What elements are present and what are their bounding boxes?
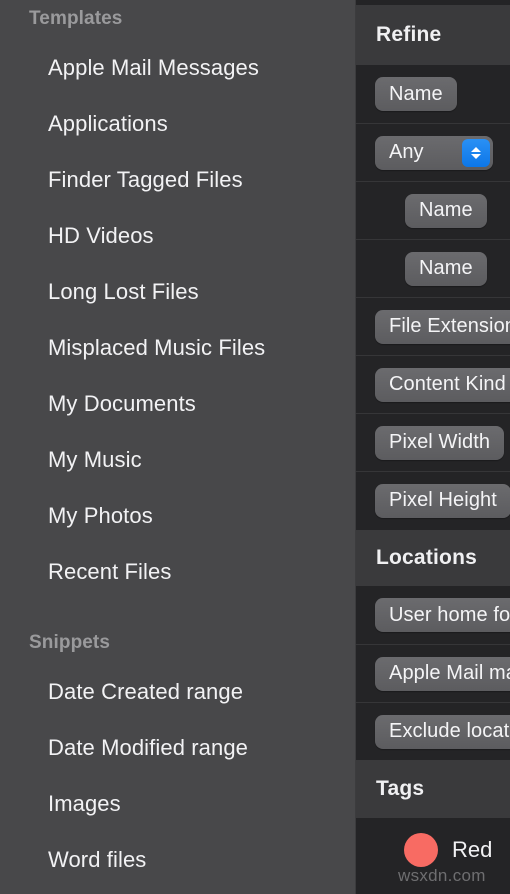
section-header-locations: Locations — [356, 530, 510, 586]
chevron-down-icon — [471, 153, 481, 159]
sidebar-item-finder-tagged-files[interactable]: Finder Tagged Files — [48, 167, 243, 193]
sidebar-item-apple-mail-messages[interactable]: Apple Mail Messages — [48, 55, 259, 81]
location-token-user-home[interactable]: User home folder — [375, 598, 510, 632]
sidebar-item-my-photos[interactable]: My Photos — [48, 503, 153, 529]
match-any-popup-wrap[interactable]: Any — [375, 135, 493, 170]
criterion-token-content-kind[interactable]: Content Kind — [375, 367, 510, 402]
criterion-row-name-2[interactable]: Name — [356, 181, 510, 239]
location-row-exclude[interactable]: Exclude locations — [356, 702, 510, 760]
sidebar-item-my-documents[interactable]: My Documents — [48, 391, 196, 417]
section-header-refine: Refine — [356, 5, 510, 65]
section-header-locations-label: Locations — [376, 546, 477, 569]
refine-panel-content: Refine Name Any Name Name File Extension… — [356, 0, 510, 894]
sidebar-group-header-templates: Templates — [29, 8, 123, 29]
sidebar-item-applications[interactable]: Applications — [48, 111, 168, 137]
templates-sidebar: Templates Apple Mail Messages Applicatio… — [0, 0, 356, 894]
location-token-apple-mail[interactable]: Apple Mail mailboxes — [375, 656, 510, 691]
sidebar-item-long-lost-files[interactable]: Long Lost Files — [48, 279, 199, 305]
sidebar-item-images[interactable]: Images — [48, 791, 121, 817]
sidebar-item-misplaced-music-files[interactable]: Misplaced Music Files — [48, 335, 265, 361]
criterion-row-match-any[interactable]: Any — [356, 123, 510, 181]
sidebar-item-date-modified-range[interactable]: Date Modified range — [48, 735, 248, 761]
criterion-token-name-3[interactable]: Name — [405, 251, 487, 286]
tag-row-red[interactable]: Red — [356, 822, 510, 878]
criterion-row-pixel-width[interactable]: Pixel Width — [356, 413, 510, 471]
location-row-apple-mail[interactable]: Apple Mail mailboxes — [356, 644, 510, 702]
location-token-exclude-locations[interactable]: Exclude locations — [375, 714, 510, 749]
chevron-up-icon — [471, 146, 481, 152]
criterion-row-content-kind[interactable]: Content Kind — [356, 355, 510, 413]
sidebar-item-hd-videos[interactable]: HD Videos — [48, 223, 154, 249]
sidebar-item-date-created-range[interactable]: Date Created range — [48, 679, 243, 705]
location-row-user-home[interactable]: User home folder — [356, 586, 510, 644]
sidebar-item-my-music[interactable]: My Music — [48, 447, 142, 473]
sidebar-item-recent-files[interactable]: Recent Files — [48, 559, 171, 585]
criterion-token-pixel-width[interactable]: Pixel Width — [375, 425, 505, 460]
tag-color-dot-red — [404, 833, 438, 867]
criterion-row-name-1[interactable]: Name — [356, 65, 510, 123]
app-window: Templates Apple Mail Messages Applicatio… — [0, 0, 510, 894]
criterion-row-pixel-height[interactable]: Pixel Height — [356, 471, 510, 529]
criterion-token-name-2[interactable]: Name — [405, 193, 487, 228]
sidebar-item-word-files[interactable]: Word files — [48, 847, 146, 873]
tag-label-red: Red — [452, 837, 493, 862]
criterion-token-name-1[interactable]: Name — [375, 77, 457, 111]
criterion-row-file-extension[interactable]: File Extension — [356, 297, 510, 355]
sidebar-group-header-snippets: Snippets — [29, 632, 111, 653]
refine-panel: Refine Name Any Name Name File Extension… — [356, 0, 510, 894]
chevron-up-down-icon[interactable] — [462, 138, 490, 167]
criterion-token-file-extension[interactable]: File Extension — [375, 309, 510, 344]
criterion-row-name-3[interactable]: Name — [356, 239, 510, 297]
section-header-refine-label: Refine — [376, 23, 442, 46]
section-header-tags-label: Tags — [376, 777, 425, 800]
criterion-token-pixel-height[interactable]: Pixel Height — [375, 483, 510, 518]
section-header-tags: Tags — [356, 760, 510, 818]
